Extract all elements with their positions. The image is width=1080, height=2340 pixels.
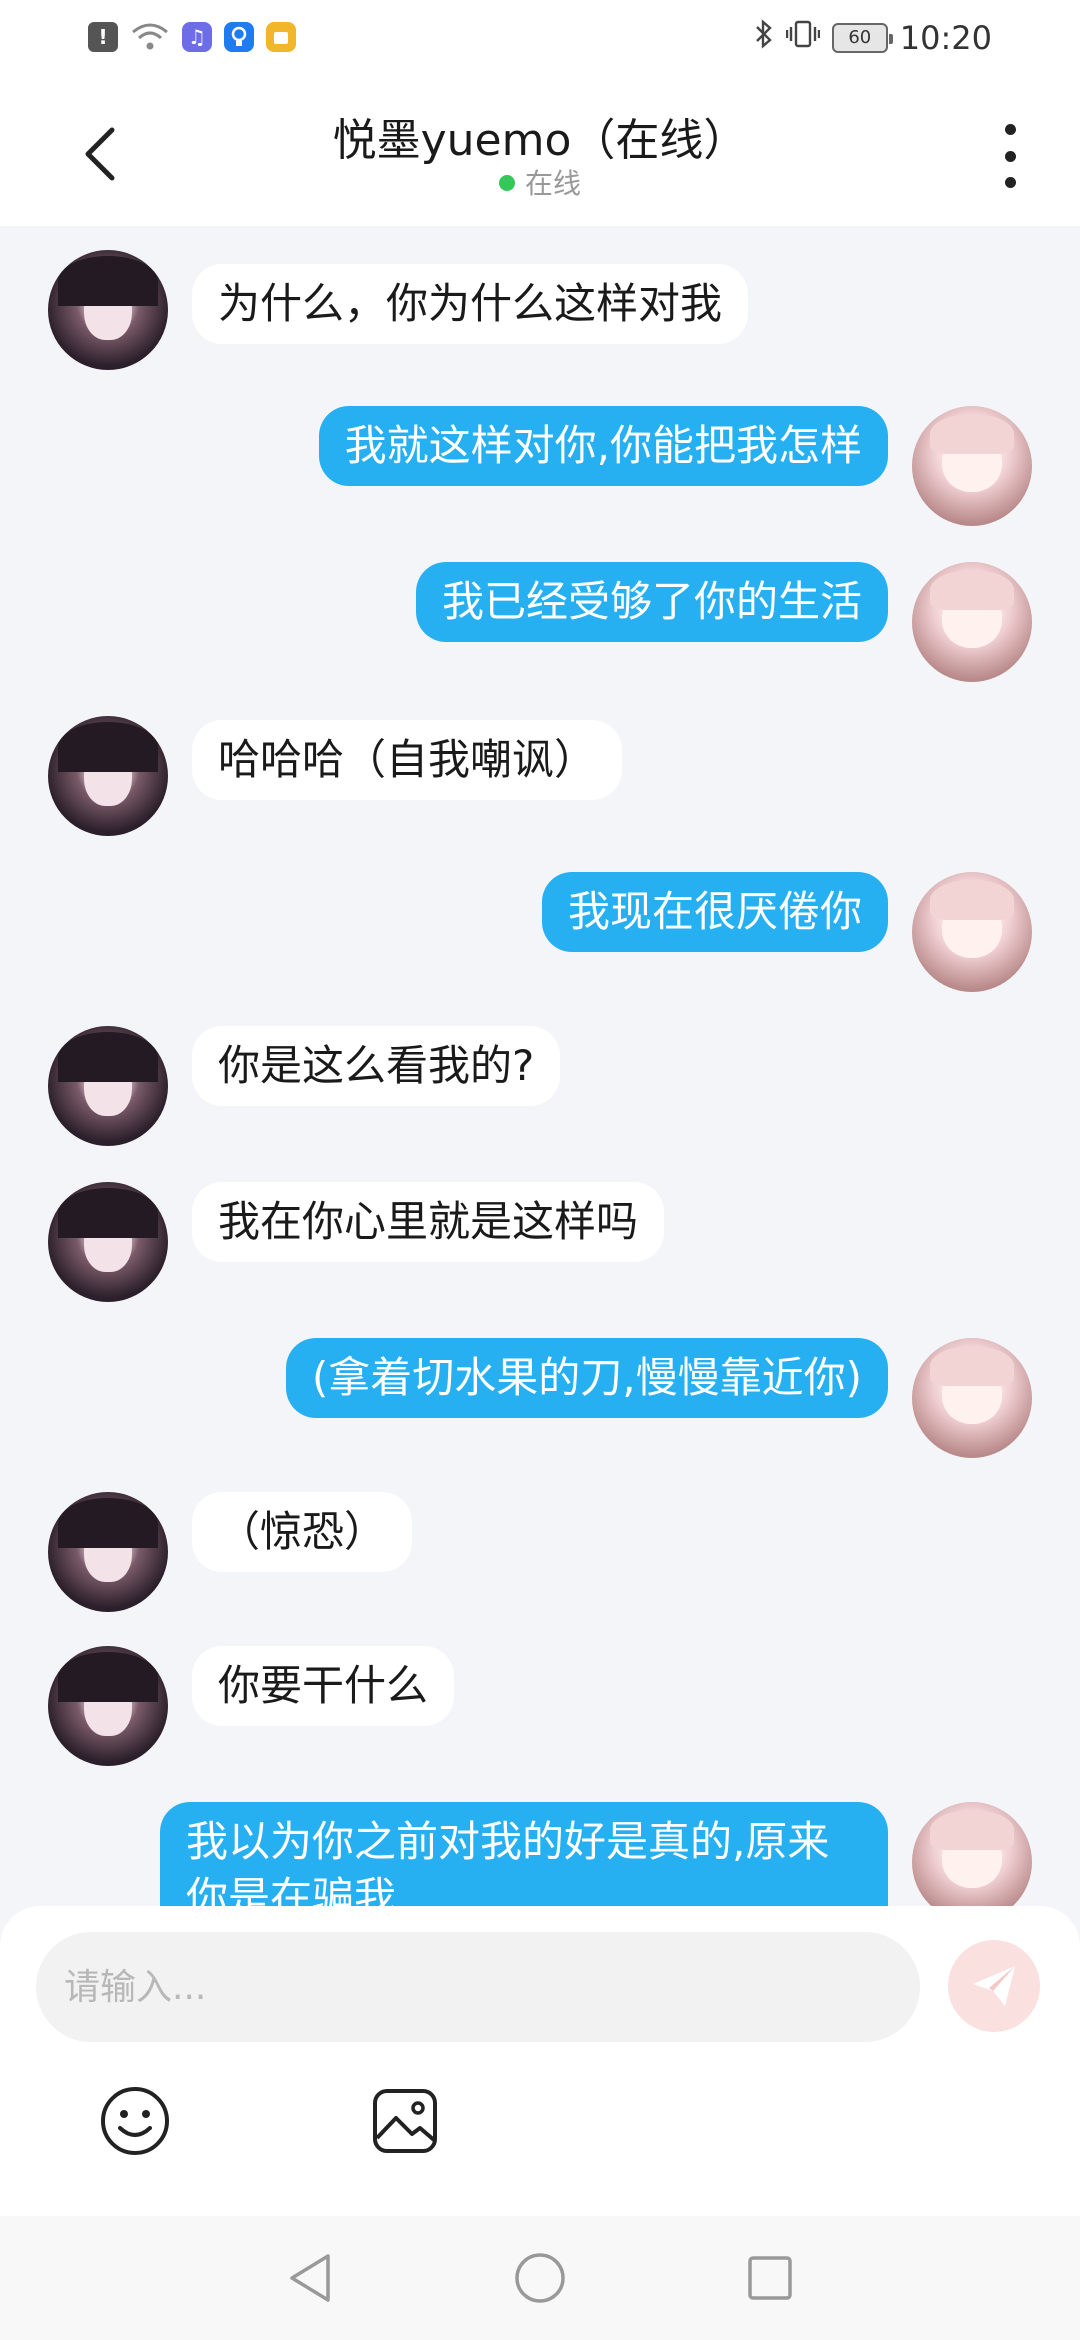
more-dot-icon [1004, 150, 1016, 162]
contact-avatar[interactable] [48, 1492, 168, 1612]
status-bar: ! ♫ 60 10:20 [0, 0, 1080, 80]
my-avatar[interactable] [912, 406, 1032, 526]
more-options-button[interactable] [990, 124, 1030, 188]
bluetooth-icon [754, 18, 774, 57]
online-dot-icon [498, 175, 515, 191]
message-bubble[interactable]: 哈哈哈（自我嘲讽） [192, 720, 623, 800]
more-dot-icon [1004, 177, 1016, 188]
input-area [0, 1906, 1080, 2216]
emoji-button[interactable] [98, 2084, 172, 2158]
message-bubble[interactable]: 我现在很厌倦你 [541, 872, 888, 952]
message-bubble[interactable]: 我就这样对你,你能把我怎样 [318, 406, 888, 486]
triangle-back-icon [290, 2254, 330, 2302]
nav-home-button[interactable] [508, 2246, 572, 2310]
battery-icon: 60 [831, 22, 893, 53]
battery-level: 60 [848, 27, 872, 48]
status-time: 10:20 [899, 18, 992, 57]
contact-avatar[interactable] [48, 716, 168, 836]
message-bubble[interactable]: 我在你心里就是这样吗 [192, 1182, 665, 1262]
message-input[interactable] [36, 1932, 920, 2042]
my-avatar[interactable] [912, 872, 1032, 992]
circle-home-icon [515, 2253, 565, 2303]
wifi-icon [130, 22, 170, 52]
my-avatar[interactable] [912, 1338, 1032, 1458]
system-nav-bar [0, 2216, 1080, 2340]
send-icon [973, 1966, 1015, 2006]
contact-avatar[interactable] [48, 1182, 168, 1302]
message-bubble[interactable]: 你要干什么 [192, 1646, 455, 1726]
title-wrap: 悦墨yuemo（在线） [0, 104, 1080, 168]
message-bubble[interactable]: （惊恐） [192, 1492, 413, 1572]
send-button[interactable] [948, 1940, 1040, 2032]
contact-avatar[interactable] [48, 250, 168, 370]
square-recent-icon [748, 2256, 792, 2300]
alert-icon: ! [88, 22, 118, 52]
nav-recent-button[interactable] [738, 2246, 802, 2310]
music-app-icon: ♫ [182, 22, 212, 52]
nav-back-button[interactable] [278, 2246, 342, 2310]
message-bubble[interactable]: 你是这么看我的? [192, 1026, 561, 1106]
chat-title: 悦墨yuemo（在线） [332, 115, 748, 166]
online-status: 在线 [0, 162, 1080, 202]
smiley-icon [101, 2087, 169, 2155]
message-bubble[interactable]: 我以为你之前对我的好是真的,原来你是在骗我 [160, 1802, 888, 1906]
vibrate-icon [785, 19, 820, 56]
online-status-label: 在线 [524, 167, 581, 200]
image-icon [373, 2089, 437, 2153]
notes-app-icon [266, 22, 296, 52]
chat-header: 悦墨yuemo（在线） 在线 [0, 80, 1080, 226]
my-avatar[interactable] [912, 562, 1032, 682]
my-avatar[interactable] [912, 1802, 1032, 1906]
status-icons-left: ! ♫ [88, 22, 296, 52]
message-bubble[interactable]: 我已经受够了你的生活 [415, 562, 888, 642]
message-bubble[interactable]: (拿着切水果的刀,慢慢靠近你) [285, 1338, 888, 1418]
contact-avatar[interactable] [48, 1026, 168, 1146]
chat-messages[interactable]: 为什么，你为什么这样对我 我就这样对你,你能把我怎样 我已经受够了你的生活 哈哈… [0, 226, 1080, 1906]
contact-avatar[interactable] [48, 1646, 168, 1766]
more-dot-icon [1004, 124, 1016, 135]
message-bubble[interactable]: 为什么，你为什么这样对我 [192, 264, 749, 344]
bulb-app-icon [224, 22, 254, 52]
status-icons-right: 60 10:20 [754, 18, 992, 57]
image-button[interactable] [368, 2084, 442, 2158]
